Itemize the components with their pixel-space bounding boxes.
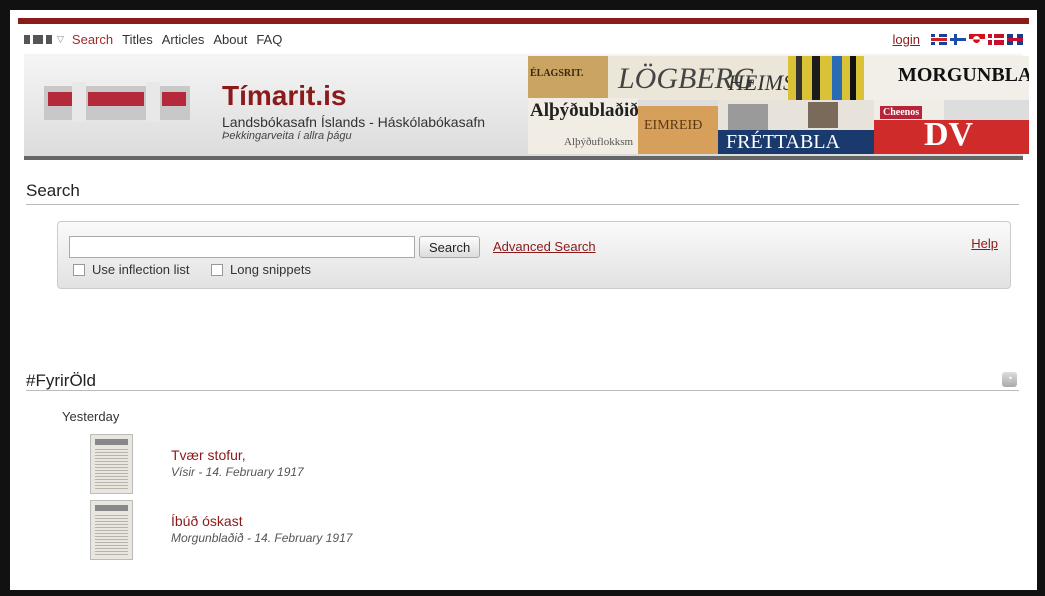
collage-text: Cheenos: [880, 106, 923, 119]
divider: [26, 390, 1019, 391]
snippets-label: Long snippets: [230, 262, 311, 277]
page: ▽ Search Titles Articles About FAQ login…: [10, 10, 1037, 590]
nav-link-faq[interactable]: FAQ: [256, 32, 282, 47]
search-panel: Search Advanced Search Help Use inflecti…: [57, 221, 1011, 289]
flag-uk-icon[interactable]: [1007, 33, 1023, 45]
feed-item-title[interactable]: Íbúð óskast: [171, 513, 243, 529]
divider: [26, 204, 1019, 205]
site-banner: Tímarit.is Landsbókasafn Íslands - Háskó…: [24, 54, 1029, 160]
newspaper-thumbnail[interactable]: [90, 434, 133, 494]
feed-item-title[interactable]: Tvær stofur,: [171, 447, 246, 463]
collage-text: Alþýðuflokksm: [564, 136, 634, 148]
collage-text: ÉLAGSRIT.: [530, 68, 584, 79]
search-section-title: Search: [26, 181, 80, 200]
nav-link-about[interactable]: About: [213, 32, 247, 47]
newspaper-collage-image: ÉLAGSRIT. LÖGBERG HEIMSKR MORGUNBLA Alþý…: [528, 56, 1029, 154]
top-navigation: ▽ Search Titles Articles About FAQ login: [24, 28, 1023, 50]
help-link[interactable]: Help: [971, 236, 998, 251]
collage-text: Alþýðublaðið: [530, 100, 638, 121]
day-label: Yesterday: [62, 409, 120, 424]
nav-link-titles[interactable]: Titles: [122, 32, 153, 47]
site-title[interactable]: Tímarit.is: [222, 80, 346, 112]
flag-iceland-icon[interactable]: [931, 33, 947, 45]
flag-denmark-icon[interactable]: [988, 33, 1004, 45]
feed-item-meta: Vísir - 14. February 1917: [171, 465, 304, 479]
flag-greenland-icon[interactable]: [969, 33, 985, 45]
newspaper-thumbnail[interactable]: [90, 500, 133, 560]
nav-link-search[interactable]: Search: [72, 32, 113, 47]
rss-icon[interactable]: ◔: [1002, 372, 1017, 387]
flag-finland-icon[interactable]: [950, 33, 966, 45]
inflection-checkbox[interactable]: [73, 263, 85, 276]
snippets-option[interactable]: Long snippets: [211, 262, 311, 277]
collage-text: EIMREIÐ: [644, 118, 703, 133]
collage-text: FRÉTTABLA: [726, 131, 840, 153]
language-bar: login: [893, 32, 1023, 47]
top-accent-bar: [18, 18, 1029, 24]
feed-item-meta: Morgunblaðið - 14. February 1917: [171, 531, 353, 545]
chevron-down-icon[interactable]: ▽: [57, 34, 64, 45]
inflection-label: Use inflection list: [92, 262, 190, 277]
advanced-search-link[interactable]: Advanced Search: [493, 239, 596, 254]
search-button[interactable]: Search: [419, 236, 481, 258]
snippets-checkbox[interactable]: [211, 263, 223, 276]
feed-section-title: #FyrirÖld: [26, 371, 96, 390]
library-building-logo[interactable]: [44, 80, 190, 130]
search-input[interactable]: [69, 236, 415, 258]
collage-text: DV: [924, 120, 974, 153]
timarit-logo-icon[interactable]: ▽: [24, 34, 64, 45]
nav-link-articles[interactable]: Articles: [162, 32, 205, 47]
site-subtitle: Landsbókasafn Íslands - Háskólabókasafn: [222, 114, 486, 130]
site-tagline: Þekkingarveita í allra þágu: [222, 130, 352, 142]
inflection-option[interactable]: Use inflection list: [73, 262, 190, 277]
collage-text: MORGUNBLA: [898, 64, 1029, 86]
login-link[interactable]: login: [893, 32, 920, 47]
collage-text: HEIMSKR: [728, 70, 788, 95]
